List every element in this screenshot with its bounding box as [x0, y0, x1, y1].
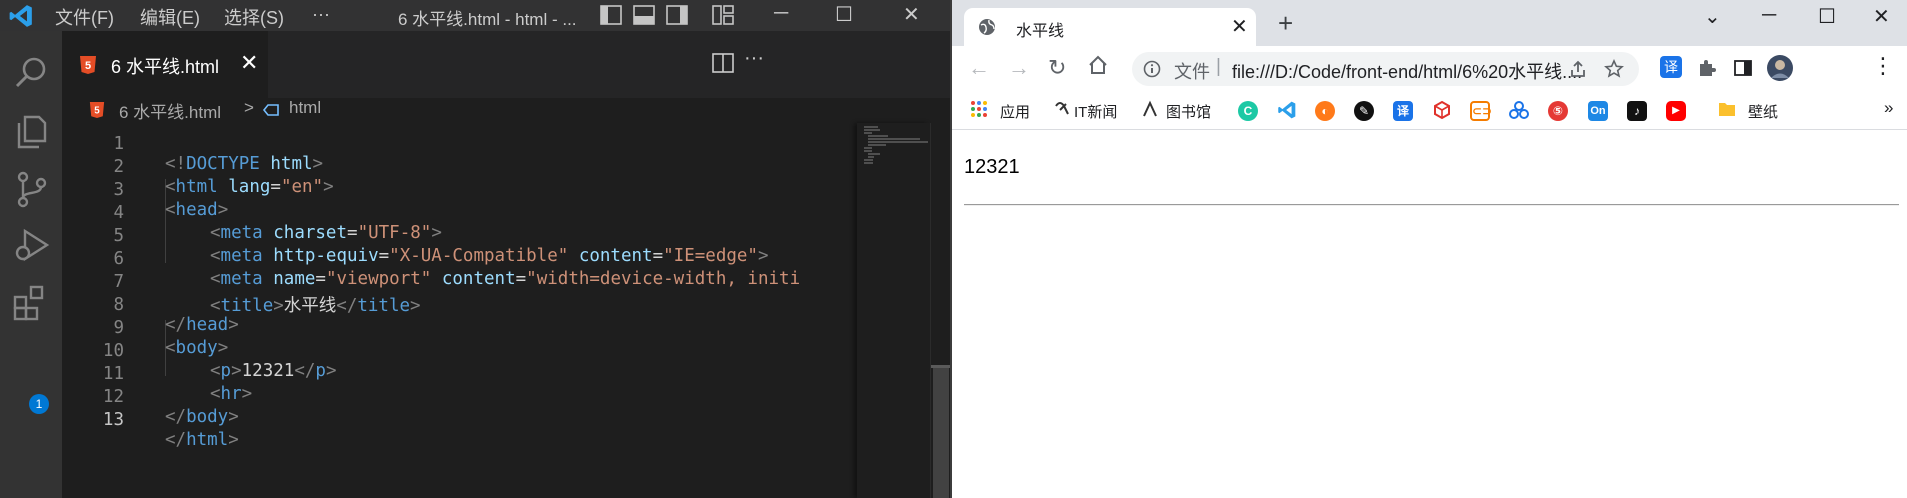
folder-icon: [1718, 100, 1736, 122]
tab-search-icon[interactable]: ⌄: [1704, 4, 1721, 29]
close-window-icon[interactable]: ✕: [1873, 4, 1890, 29]
security-label: 文件: [1174, 62, 1210, 82]
bookmark-translate-icon[interactable]: 译: [1393, 101, 1413, 121]
cursor-marker: [931, 365, 951, 368]
bookmark-it-news[interactable]: IT新闻: [1074, 101, 1117, 122]
reload-icon[interactable]: ↻: [1048, 55, 1066, 81]
menu-more[interactable]: ···: [312, 4, 330, 25]
bookmark-youtube-icon[interactable]: ▶: [1666, 101, 1686, 121]
editor-scrollbar[interactable]: [930, 123, 951, 498]
bookmark-cloud-icon[interactable]: [1509, 100, 1529, 122]
address-bar[interactable]: 文件 | file:///D:/Code/front-end/html/6%20…: [1132, 52, 1639, 86]
explorer-icon[interactable]: [9, 109, 53, 153]
bookmark-bracket-icon[interactable]: ⊂⊃: [1470, 101, 1492, 121]
bookmark-vscode-icon[interactable]: [1277, 100, 1297, 122]
menu-edit[interactable]: 编辑(E): [140, 4, 200, 30]
scrollbar-thumb[interactable]: [933, 365, 949, 498]
chrome-toolbar: ← → ↻ 文件 | file:///D:/Code/front-end/htm…: [952, 46, 1907, 91]
browser-tab-title: 水平线: [1016, 23, 1065, 40]
home-icon[interactable]: [1087, 54, 1109, 82]
library-icon: [1142, 100, 1158, 122]
search-icon[interactable]: [9, 51, 53, 95]
close-tab-icon[interactable]: ✕: [1231, 14, 1248, 39]
code-line-active: 13 </html>: [62, 390, 857, 450]
translate-extension-icon[interactable]: 译: [1660, 56, 1682, 78]
editor-tab-active[interactable]: 5 6 水平线.html ✕: [62, 31, 268, 98]
minimize-icon[interactable]: ─: [1762, 4, 1776, 27]
bookmark-apps[interactable]: 应用: [1000, 101, 1030, 122]
customize-layout-icon[interactable]: [712, 5, 734, 30]
bookmark-star-icon[interactable]: [1604, 59, 1624, 84]
menu-selection[interactable]: 选择(S): [224, 4, 284, 30]
bookmark-orange-icon[interactable]: ◐: [1315, 101, 1335, 121]
bookmark-on-icon[interactable]: On: [1588, 101, 1608, 121]
profile-avatar[interactable]: [1766, 54, 1794, 87]
line-number: 13: [102, 410, 124, 430]
chrome-tabstrip: 水平线 ✕ + ⌄ ─ ☐ ✕: [952, 0, 1907, 46]
bookmark-tiktok-icon[interactable]: ♪: [1627, 101, 1647, 121]
toggle-secondary-sidebar-icon[interactable]: [666, 5, 688, 30]
bookmark-3d-icon[interactable]: [1432, 100, 1452, 122]
maximize-icon[interactable]: ☐: [1818, 4, 1836, 29]
svg-text:5: 5: [85, 60, 91, 72]
source-control-icon[interactable]: [9, 167, 53, 211]
bookmark-library[interactable]: 图书馆: [1166, 101, 1211, 122]
page-paragraph: 12321: [964, 156, 1020, 178]
page-viewport: 12321: [952, 131, 1907, 498]
new-tab-icon[interactable]: +: [1278, 8, 1293, 39]
browser-tab-active[interactable]: 水平线 ✕: [964, 8, 1256, 46]
toggle-sidebar-icon[interactable]: [600, 5, 622, 30]
code-editor[interactable]: 1 <!DOCTYPE html> 2 <html lang="en"> 3 <…: [62, 123, 857, 498]
activity-bar: 1: [0, 31, 62, 498]
run-debug-icon[interactable]: [9, 223, 53, 267]
chrome-menu-icon[interactable]: ⋮: [1872, 53, 1894, 79]
minimize-icon[interactable]: ─: [774, 2, 788, 25]
html5-file-icon: 5: [79, 55, 97, 80]
extensions-puzzle-icon[interactable]: [1697, 58, 1717, 83]
more-actions-icon[interactable]: ···: [744, 47, 764, 70]
menu-file[interactable]: 文件(F): [55, 4, 114, 30]
horizontal-rule: [964, 204, 1899, 206]
minimap[interactable]: [857, 123, 930, 498]
share-icon[interactable]: [1568, 59, 1588, 84]
vscode-window: 文件(F) 编辑(E) 选择(S) ··· 6 水平线.html - html …: [0, 0, 951, 498]
address-separator: |: [1216, 56, 1221, 77]
url-text[interactable]: file:///D:/Code/front-end/html/6%20水平线..…: [1232, 58, 1582, 84]
editor-tab-label: 6 水平线.html: [111, 57, 220, 77]
chrome-window: 水平线 ✕ + ⌄ ─ ☐ ✕ ← → ↻ 文件 | file:///D:/Co…: [950, 0, 1907, 498]
bookmark-c-icon[interactable]: C: [1238, 101, 1258, 121]
close-window-icon[interactable]: ✕: [903, 2, 920, 27]
info-icon[interactable]: [1143, 60, 1161, 83]
globe-icon: [978, 18, 996, 41]
bookmark-red-icon[interactable]: ⑤: [1548, 101, 1568, 121]
it-news-icon: [1054, 100, 1072, 122]
bookmark-pen-icon[interactable]: ✎: [1354, 101, 1374, 121]
close-tab-icon[interactable]: ✕: [240, 50, 258, 76]
side-panel-icon[interactable]: [1733, 58, 1753, 83]
bookmark-wallpaper[interactable]: 壁纸: [1748, 101, 1778, 122]
split-editor-icon[interactable]: [712, 53, 734, 79]
window-title: 6 水平线.html - html - ...: [398, 10, 577, 29]
bookmarks-bar: 应用 IT新闻 图书馆 C ◐ ✎ 译 ⊂⊃ ⑤ On ♪ ▶ 壁纸 »: [952, 91, 1907, 130]
toggle-panel-icon[interactable]: [633, 5, 655, 30]
apps-grid-icon[interactable]: [970, 100, 988, 122]
back-icon[interactable]: ←: [968, 55, 990, 81]
vscode-titlebar: 文件(F) 编辑(E) 选择(S) ··· 6 水平线.html - html …: [0, 0, 950, 31]
maximize-icon[interactable]: ☐: [835, 2, 853, 27]
editor-tabs-bar: 5 6 水平线.html ✕ ···: [62, 31, 950, 98]
extensions-icon[interactable]: [9, 281, 53, 325]
vscode-logo-icon: [8, 3, 34, 34]
extensions-badge: 1: [29, 394, 49, 414]
bookmarks-overflow[interactable]: »: [1884, 98, 1893, 118]
forward-icon[interactable]: →: [1008, 55, 1030, 81]
